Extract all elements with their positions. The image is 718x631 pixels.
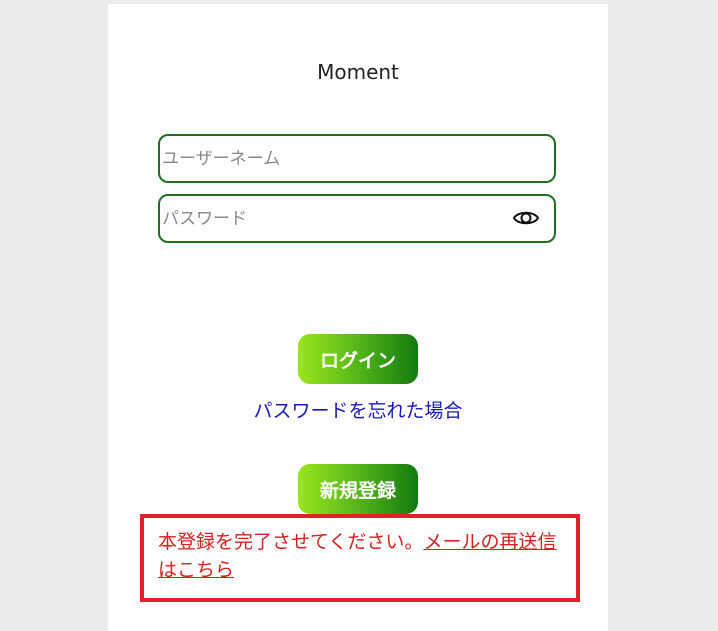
notice-text: 本登録を完了させてください。メールの再送信はこちら [158, 528, 568, 584]
eye-icon[interactable] [512, 206, 540, 230]
app-title: Moment [317, 60, 399, 84]
notice-message: 本登録を完了させてください。 [158, 531, 424, 553]
login-button[interactable]: ログイン [298, 334, 418, 384]
password-field[interactable] [158, 194, 556, 243]
registration-notice: 本登録を完了させてください。メールの再送信はこちら [140, 514, 580, 602]
username-field[interactable] [158, 134, 556, 183]
register-button[interactable]: 新規登録 [298, 464, 418, 514]
password-input[interactable] [162, 196, 502, 241]
forgot-password-link[interactable]: パスワードを忘れた場合 [108, 396, 608, 423]
username-input[interactable] [162, 136, 502, 181]
